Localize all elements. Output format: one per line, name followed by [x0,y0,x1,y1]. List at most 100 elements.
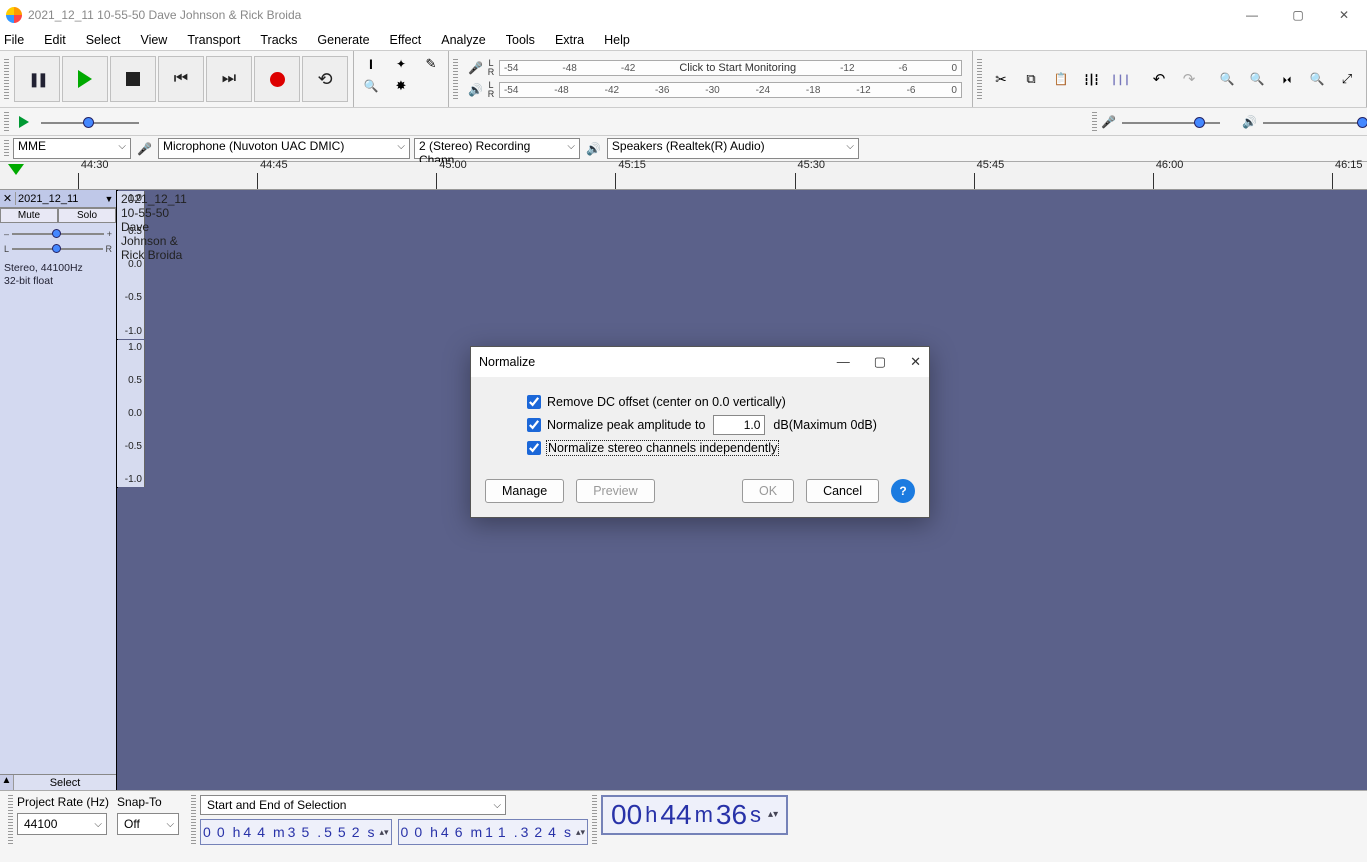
toolbar-area: LR -54-48-42 Click to Start Monitoring -… [0,50,1367,108]
dialog-title: Normalize [479,355,535,369]
skip-end-button[interactable] [206,56,252,102]
copy-button[interactable] [1016,68,1046,90]
manage-button[interactable]: Manage [485,479,564,503]
remove-dc-offset-label: Remove DC offset (center on 0.0 vertical… [547,395,786,409]
grip-icon[interactable] [4,112,9,132]
zoom-tool[interactable] [356,75,386,97]
track-name[interactable]: 2021_12_11 [16,193,102,205]
playback-device-select[interactable]: Speakers (Realtek(R) Audio) [607,138,859,159]
snap-to-select[interactable]: Off [117,813,179,835]
zoom-out-button[interactable] [1242,68,1272,90]
redo-button[interactable] [1174,68,1204,90]
menu-generate[interactable]: Generate [307,31,379,49]
preview-button[interactable]: Preview [576,479,654,503]
stop-icon [126,72,140,86]
dialog-close-button[interactable]: ✕ [910,354,921,370]
menu-file[interactable]: File [0,31,34,49]
grip-icon[interactable] [4,59,9,99]
menu-edit[interactable]: Edit [34,31,76,49]
pan-slider[interactable]: LR [4,241,112,256]
silence-button[interactable] [1106,68,1136,90]
maximize-button[interactable]: ▢ [1275,0,1321,30]
clip-title[interactable]: 2021_12_11 10-55-50 Dave Johnson & Rick … [121,192,187,262]
menu-analyze[interactable]: Analyze [431,31,495,49]
play-button[interactable] [62,56,108,102]
menu-tracks[interactable]: Tracks [250,31,307,49]
normalize-stereo-independent-checkbox[interactable] [527,441,541,455]
grip-icon[interactable] [592,795,597,845]
zoom-in-button[interactable] [1212,68,1242,90]
menu-view[interactable]: View [130,31,177,49]
vertical-scale[interactable]: 1.00.50.0-0.5-1.0 [117,340,145,488]
playback-meter[interactable]: -54-48-42-36-30-24-18-12-60 [499,82,962,98]
playback-volume-slider[interactable] [1257,114,1367,130]
selection-end-field[interactable]: 00h 46m 11. 324s ▴▾ [398,819,588,845]
play-at-speed-button[interactable] [13,112,35,132]
menu-help[interactable]: Help [594,31,640,49]
dialog-maximize-button[interactable]: ▢ [874,354,886,370]
zoom-sel-button[interactable] [1272,68,1302,90]
peak-amplitude-input[interactable] [713,415,765,435]
record-meter[interactable]: -54-48-42 Click to Start Monitoring -12-… [499,60,962,76]
zoom-fit-button[interactable] [1302,68,1332,90]
audio-host-select[interactable]: MME [13,138,131,159]
cancel-button[interactable]: Cancel [806,479,879,503]
help-button[interactable]: ? [891,479,915,503]
selection-start-field[interactable]: 00h 44m 35. 552s ▴▾ [200,819,392,845]
speaker-icon[interactable] [468,83,483,97]
chevron-updown-icon[interactable]: ▴▾ [576,829,585,836]
menu-effect[interactable]: Effect [380,31,432,49]
grip-icon[interactable] [1092,112,1097,132]
zoom-toggle-button[interactable] [1332,68,1362,90]
close-button[interactable]: ✕ [1321,0,1367,30]
grip-icon[interactable] [977,59,982,99]
loop-button[interactable] [302,56,348,102]
mute-button[interactable]: Mute [0,208,58,223]
ok-button[interactable]: OK [742,479,794,503]
microphone-icon[interactable] [468,61,483,75]
undo-button[interactable] [1144,68,1174,90]
grip-icon[interactable] [191,795,196,845]
solo-button[interactable]: Solo [58,208,116,223]
selection-tool[interactable] [356,53,386,75]
draw-tool[interactable] [416,53,446,75]
menu-select[interactable]: Select [76,31,131,49]
cut-button[interactable] [986,68,1016,90]
dialog-titlebar[interactable]: Normalize — ▢ ✕ [471,347,929,377]
grip-icon[interactable] [4,140,9,158]
chevron-updown-icon[interactable]: ▴▾ [379,829,388,836]
playback-speed-slider[interactable] [35,114,145,130]
chevron-updown-icon[interactable]: ▴▾ [768,811,778,819]
grip-icon[interactable] [453,59,458,99]
recording-channels-select[interactable]: 2 (Stereo) Recording Chann [414,138,580,159]
normalize-peak-checkbox[interactable] [527,418,541,432]
record-volume-slider[interactable] [1116,114,1226,130]
menu-tools[interactable]: Tools [496,31,545,49]
skip-start-button[interactable] [158,56,204,102]
menu-transport[interactable]: Transport [177,31,250,49]
paste-button[interactable] [1046,68,1076,90]
dialog-minimize-button[interactable]: — [837,354,850,370]
selection-mode-select[interactable]: Start and End of Selection [200,795,506,815]
project-rate-select[interactable]: 44100 [17,813,107,835]
speaker-icon [586,142,601,156]
menu-extra[interactable]: Extra [545,31,594,49]
trim-button[interactable] [1076,68,1106,90]
record-button[interactable] [254,56,300,102]
remove-dc-offset-checkbox[interactable] [527,395,541,409]
grip-icon[interactable] [8,795,13,845]
pause-button[interactable] [14,56,60,102]
multi-tool[interactable] [386,75,416,97]
audio-position-field[interactable]: 00h 44m 36s ▴▾ [601,795,788,835]
waveform-area[interactable]: 2021_12_11 10-55-50 Dave Johnson & Rick … [117,190,118,488]
clipboard-icon [1054,72,1069,86]
track-close-button[interactable]: ✕ [0,192,16,205]
envelope-tool[interactable] [386,53,416,75]
gain-slider[interactable]: –+ [4,226,112,241]
monitor-prompt[interactable]: Click to Start Monitoring [679,62,796,74]
recording-device-select[interactable]: Microphone (Nuvoton UAC DMIC) [158,138,410,159]
timeline-ruler[interactable]: 44:30 44:45 45:00 45:15 45:30 45:45 46:0… [0,162,1367,190]
minimize-button[interactable]: — [1229,0,1275,30]
track-menu-button[interactable]: ▼ [102,194,116,204]
stop-button[interactable] [110,56,156,102]
